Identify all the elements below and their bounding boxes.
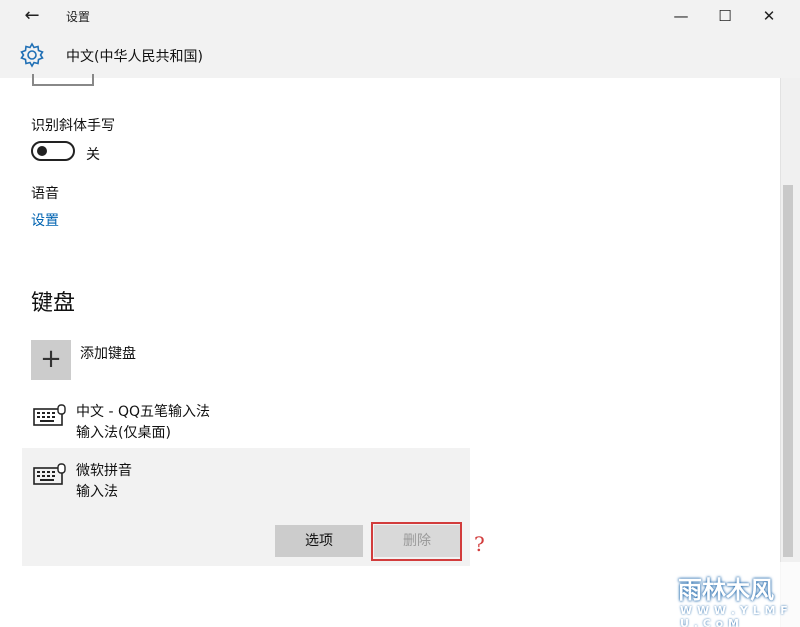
toggle-knob (37, 146, 47, 156)
highlight-annotation (371, 522, 462, 561)
page-title: 中文(中华人民共和国) (66, 49, 203, 65)
keyboard-item-name[interactable]: 微软拼音 (76, 460, 132, 480)
question-mark-annotation: ? (474, 532, 485, 556)
close-button[interactable]: ✕ (746, 0, 792, 32)
handwriting-label: 识别斜体手写 (31, 118, 115, 134)
watermark-text: 雨林木风 (678, 576, 774, 604)
watermark-url: W W W . Y L M F U . C o M (680, 604, 789, 627)
keyboard-item-name[interactable]: 中文 - QQ五笔输入法 (76, 401, 210, 421)
minimize-button[interactable]: — (658, 0, 704, 32)
maximize-button[interactable]: ☐ (702, 0, 748, 32)
speech-label: 语音 (31, 186, 59, 202)
window-title: 设置 (66, 10, 91, 24)
add-keyboard-button[interactable]: + (31, 340, 71, 380)
keyboard-icon (33, 463, 66, 485)
gear-icon (20, 42, 44, 68)
back-button[interactable]: ← (18, 4, 46, 28)
add-keyboard-label[interactable]: 添加键盘 (80, 343, 136, 363)
keyboard-heading: 键盘 (31, 291, 76, 316)
handwriting-toggle[interactable] (31, 141, 75, 161)
page-header: 中文(中华人民共和国) (0, 32, 800, 78)
keyboard-item-type: 输入法(仅桌面) (76, 425, 171, 441)
plus-icon: + (40, 344, 62, 374)
speech-settings-link[interactable]: 设置 (31, 210, 59, 230)
keyboard-icon (33, 404, 66, 426)
scrollbar-thumb[interactable] (783, 185, 793, 557)
keyboard-item-type: 输入法 (76, 484, 118, 500)
toggle-state-label: 关 (86, 147, 100, 163)
watermark-logo: 雨林木风 W W W . Y L M F U . C o M (664, 562, 800, 627)
options-button[interactable]: 选项 (275, 525, 363, 557)
title-bar: ← 设置 — ☐ ✕ (0, 0, 800, 32)
previous-control-edge (32, 74, 94, 86)
